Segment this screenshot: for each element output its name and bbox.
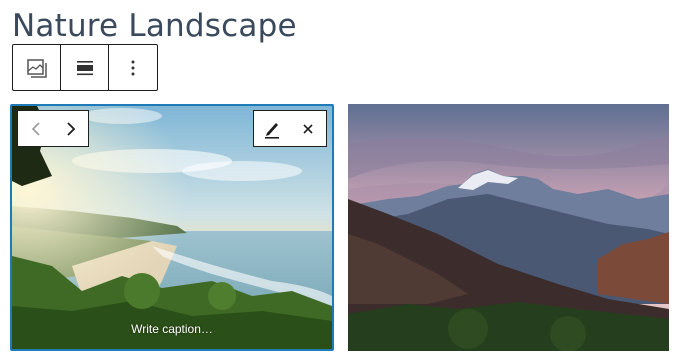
align-icon bbox=[76, 60, 93, 75]
mountain-landscape-image bbox=[348, 104, 669, 351]
more-options-button[interactable] bbox=[109, 45, 157, 90]
move-left-button[interactable] bbox=[18, 111, 53, 146]
close-icon bbox=[303, 123, 313, 134]
chevron-right-icon bbox=[66, 121, 75, 136]
more-options-icon bbox=[131, 60, 135, 75]
edit-image-button[interactable] bbox=[254, 111, 290, 146]
pencil-icon bbox=[265, 122, 279, 139]
move-right-button[interactable] bbox=[53, 111, 88, 146]
change-block-type-button[interactable] bbox=[13, 45, 61, 90]
image-nav-toolbar bbox=[17, 110, 89, 147]
align-button[interactable] bbox=[61, 45, 109, 90]
page-title[interactable]: Nature Landscape bbox=[12, 8, 297, 44]
gallery-icon bbox=[26, 58, 47, 78]
caption-input[interactable]: Write caption… bbox=[10, 322, 334, 336]
gallery-image-mountains[interactable] bbox=[348, 104, 669, 351]
chevron-left-icon bbox=[31, 121, 40, 136]
image-edit-toolbar bbox=[253, 110, 327, 147]
remove-image-button[interactable] bbox=[290, 111, 326, 146]
block-toolbar bbox=[12, 44, 158, 91]
